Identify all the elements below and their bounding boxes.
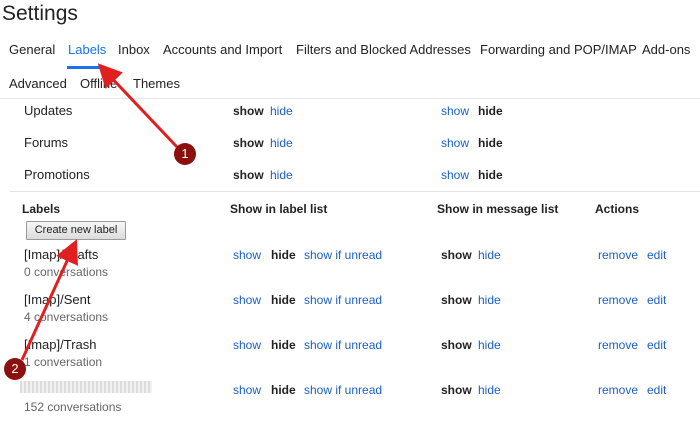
- annotation-marker-1: 1: [174, 143, 196, 165]
- annotation-arrows: [20, 63, 179, 361]
- annotation-arrow-2: [20, 239, 78, 361]
- annotation-marker-2: 2: [4, 358, 26, 380]
- annotation-arrow-1: [97, 63, 179, 149]
